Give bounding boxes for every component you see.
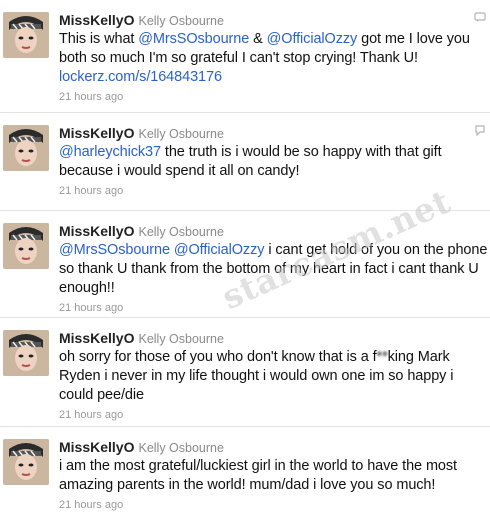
screen-name[interactable]: MissKellyO (59, 125, 134, 141)
tweet-body: MissKellyO Kelly Osbourne i am the most g… (59, 438, 488, 512)
tweet-header: MissKellyO Kelly Osbourne (59, 11, 488, 29)
timestamp[interactable]: 21 hours ago (59, 408, 488, 422)
avatar[interactable] (3, 439, 49, 485)
tweet-body: MissKellyO Kelly Osbourne This is what @M… (59, 11, 488, 104)
tweet-item[interactable]: MissKellyO Kelly Osbourne i am the most g… (0, 427, 490, 527)
tweet-text: i am the most grateful/luckiest girl in … (59, 457, 488, 495)
full-name: Kelly Osbourne (138, 225, 224, 239)
timestamp[interactable]: 21 hours ago (59, 184, 488, 198)
mention-link[interactable]: @OfficialOzzy (267, 31, 358, 47)
url-link[interactable]: lockerz.com/s/164843176 (59, 69, 222, 85)
mention-link[interactable]: @OfficialOzzy (174, 242, 265, 258)
full-name: Kelly Osbourne (138, 127, 224, 141)
tweet-item[interactable]: MissKellyO Kelly Osbourne oh sorry for th… (0, 318, 490, 427)
tweet-header: MissKellyO Kelly Osbourne (59, 124, 488, 142)
tweet-text-segment: & (249, 31, 267, 47)
avatar[interactable] (3, 125, 49, 171)
avatar[interactable] (3, 330, 49, 376)
full-name: Kelly Osbourne (138, 441, 224, 455)
screen-name[interactable]: MissKellyO (59, 330, 134, 346)
screen-name[interactable]: MissKellyO (59, 439, 134, 455)
tweet-header: MissKellyO Kelly Osbourne (59, 438, 488, 456)
tweet-item[interactable]: MissKellyO Kelly Osbourne This is what @M… (0, 0, 490, 113)
mention-link[interactable]: @harleychick37 (59, 144, 161, 160)
tweet-text: @harleychick37 the truth is i would be s… (59, 143, 488, 181)
tweet-header: MissKellyO Kelly Osbourne (59, 222, 488, 240)
tweet-item[interactable]: MissKellyO Kelly Osbourne @MrsSOsbourne @… (0, 211, 490, 318)
avatar-image (3, 12, 49, 58)
tweet-text: This is what @MrsSOsbourne & @OfficialOz… (59, 30, 488, 87)
tweet-body: MissKellyO Kelly Osbourne oh sorry for th… (59, 329, 488, 422)
timestamp[interactable]: 21 hours ago (59, 90, 488, 104)
tweet-text-segment: This is what (59, 31, 139, 47)
censored-text: ** (376, 349, 388, 365)
tweet-header: MissKellyO Kelly Osbourne (59, 329, 488, 347)
tweet-body: MissKellyO Kelly Osbourne @harleychick37 … (59, 124, 488, 198)
retweet-icon[interactable] (474, 11, 486, 23)
timestamp[interactable]: 21 hours ago (59, 301, 488, 315)
avatar-image (3, 125, 49, 171)
avatar-image (3, 439, 49, 485)
mention-link[interactable]: @MrsSOsbourne (138, 31, 249, 47)
avatar[interactable] (3, 12, 49, 58)
tweet-feed: MissKellyO Kelly Osbourne This is what @M… (0, 0, 490, 527)
tweet-body: MissKellyO Kelly Osbourne @MrsSOsbourne @… (59, 222, 488, 315)
tweet-text-segment: i am the most grateful/luckiest girl in … (59, 458, 457, 493)
avatar[interactable] (3, 223, 49, 269)
reply-icon[interactable] (474, 124, 486, 136)
full-name: Kelly Osbourne (138, 332, 224, 346)
screen-name[interactable]: MissKellyO (59, 223, 134, 239)
avatar-image (3, 223, 49, 269)
tweet-item[interactable]: MissKellyO Kelly Osbourne @harleychick37 … (0, 113, 490, 211)
timestamp[interactable]: 21 hours ago (59, 498, 488, 512)
tweet-text: oh sorry for those of you who don't know… (59, 348, 488, 405)
tweet-text: @MrsSOsbourne @OfficialOzzy i cant get h… (59, 241, 488, 298)
full-name: Kelly Osbourne (138, 14, 224, 28)
avatar-image (3, 330, 49, 376)
screen-name[interactable]: MissKellyO (59, 12, 134, 28)
mention-link[interactable]: @MrsSOsbourne (59, 242, 170, 258)
tweet-text-segment: oh sorry for those of you who don't know… (59, 349, 377, 365)
